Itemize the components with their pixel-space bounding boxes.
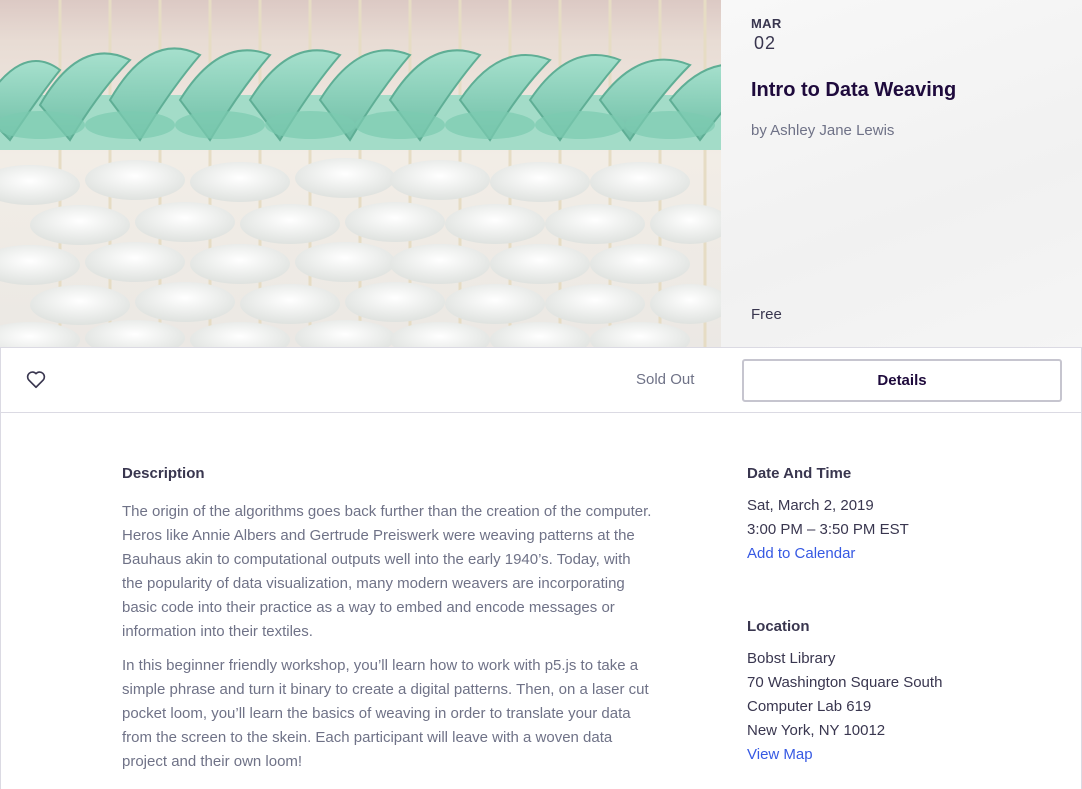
event-image bbox=[0, 0, 721, 348]
ticket-status: Sold Out bbox=[636, 371, 695, 388]
location-heading: Location bbox=[747, 618, 810, 635]
description-paragraph-1: The origin of the algorithms goes back f… bbox=[122, 503, 652, 640]
location-city: New York, NY 10012 bbox=[747, 722, 886, 739]
event-details-content: Description The origin of the algorithms… bbox=[0, 413, 1082, 789]
action-bar: Sold Out Details bbox=[0, 347, 1082, 413]
event-title: Intro to Data Weaving bbox=[751, 79, 957, 101]
event-time: 3:00 PM – 3:50 PM EST bbox=[747, 521, 909, 538]
heart-icon[interactable] bbox=[25, 368, 47, 390]
description-paragraph-2: In this beginner friendly workshop, you’… bbox=[122, 657, 649, 770]
date-time-heading: Date And Time bbox=[747, 465, 852, 482]
description-heading: Description bbox=[122, 465, 205, 482]
event-date-month: MAR bbox=[751, 16, 782, 31]
add-to-calendar-link[interactable]: Add to Calendar bbox=[747, 542, 855, 566]
event-date-day: 02 bbox=[754, 33, 777, 53]
weaving-photo bbox=[0, 0, 721, 348]
location-address-line-2: Computer Lab 619 bbox=[747, 698, 872, 715]
event-price: Free bbox=[751, 306, 782, 323]
view-map-link[interactable]: View Map bbox=[747, 743, 813, 767]
event-date: Sat, March 2, 2019 bbox=[747, 497, 874, 514]
event-organizer: by Ashley Jane Lewis bbox=[751, 122, 895, 139]
details-button[interactable]: Details bbox=[742, 359, 1062, 402]
location-venue: Bobst Library bbox=[747, 650, 836, 667]
event-hero bbox=[0, 0, 1082, 348]
location-address-line-1: 70 Washington Square South bbox=[747, 674, 943, 691]
